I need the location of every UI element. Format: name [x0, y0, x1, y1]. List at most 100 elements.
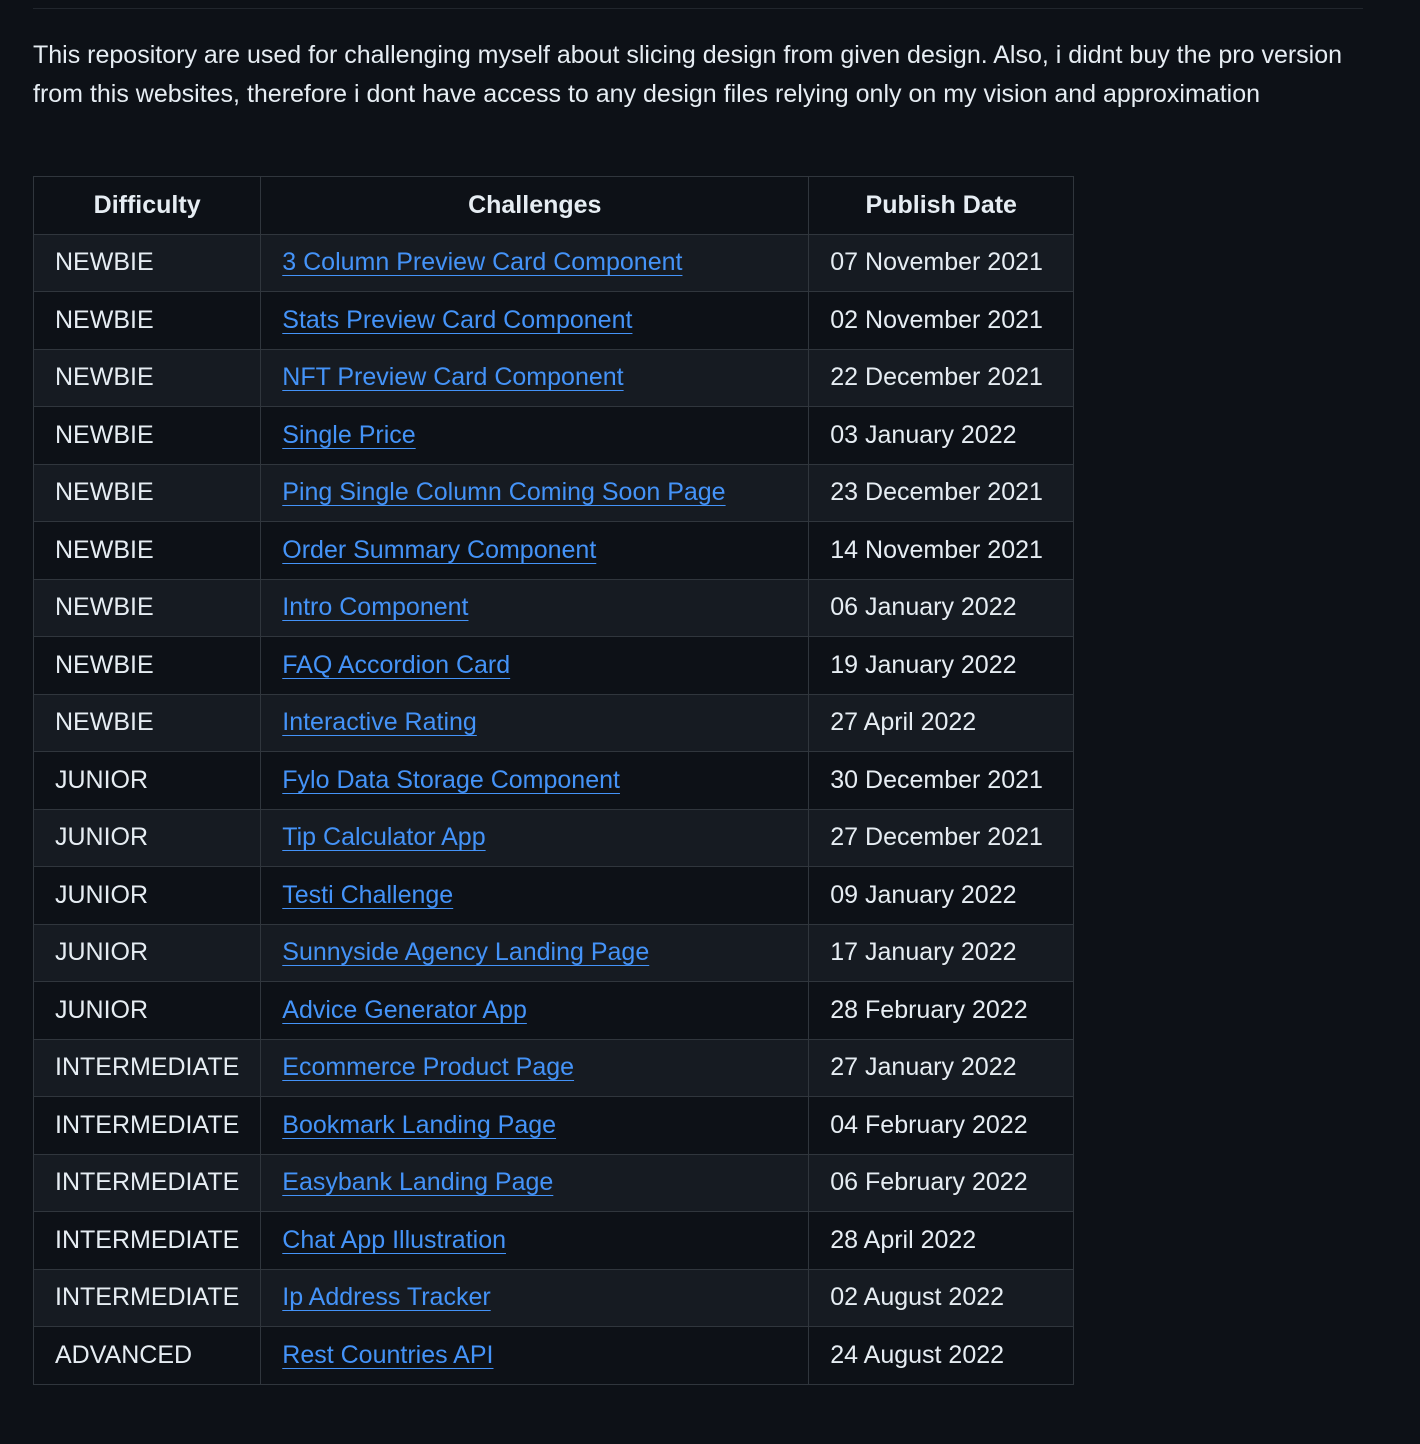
- challenge-link[interactable]: Tip Calculator App: [282, 823, 485, 851]
- publish-date-cell: 22 December 2021: [808, 348, 1075, 407]
- challenge-cell: Bookmark Landing Page: [260, 1096, 810, 1155]
- table-row: NEWBIE Single Price 03 January 2022: [32, 406, 1075, 465]
- table-row: JUNIOR Tip Calculator App 27 December 2021: [32, 808, 1075, 867]
- challenge-cell: Order Summary Component: [260, 521, 810, 580]
- challenge-cell: NFT Preview Card Component: [260, 348, 810, 407]
- challenge-cell: Intro Component: [260, 578, 810, 637]
- difficulty-cell: INTERMEDIATE: [32, 1153, 262, 1212]
- table-row: INTERMEDIATE Ip Address Tracker 02 August …: [32, 1268, 1075, 1327]
- readme-description: This repository are used for challenging…: [33, 41, 1343, 108]
- header-publish-date: Publish Date: [808, 176, 1075, 235]
- publish-date-cell: 28 February 2022: [808, 981, 1075, 1040]
- table-row: INTERMEDIATE Chat App Illustration 28 Apri…: [32, 1211, 1075, 1270]
- challenge-cell: Rest Countries API: [260, 1326, 810, 1385]
- publish-date-cell: 23 December 2021: [808, 463, 1075, 522]
- difficulty-cell: ADVANCED: [32, 1326, 262, 1385]
- table-row: NEWBIE 3 Column Preview Card Component 07 …: [32, 233, 1075, 292]
- publish-date-cell: 02 August 2022: [808, 1268, 1075, 1327]
- challenge-cell: Single Price: [260, 406, 810, 465]
- challenge-link[interactable]: 3 Column Preview Card Component: [282, 248, 682, 276]
- difficulty-cell: INTERMEDIATE: [32, 1268, 262, 1327]
- difficulty-cell: NEWBIE: [32, 291, 262, 350]
- challenge-cell: Ip Address Tracker: [260, 1268, 810, 1327]
- table-row: NEWBIE Interactive Rating 27 April 2022: [32, 693, 1075, 752]
- challenge-link[interactable]: Ip Address Tracker: [282, 1283, 490, 1311]
- table-row: NEWBIE Ping Single Column Coming Soon Pag…: [32, 463, 1075, 522]
- table-row: JUNIOR Sunnyside Agency Landing Page 17 Ja…: [32, 923, 1075, 982]
- publish-date-cell: 06 February 2022: [808, 1153, 1075, 1212]
- challenge-link[interactable]: Interactive Rating: [282, 708, 477, 736]
- difficulty-cell: INTERMEDIATE: [32, 1096, 262, 1155]
- difficulty-cell: INTERMEDIATE: [32, 1211, 262, 1270]
- challenge-link[interactable]: Advice Generator App: [282, 996, 527, 1024]
- publish-date-cell: 14 November 2021: [808, 521, 1075, 580]
- publish-date-cell: 06 January 2022: [808, 578, 1075, 637]
- publish-date-cell: 27 December 2021: [808, 808, 1075, 867]
- table-row: INTERMEDIATE Ecommerce Product Page 27 Jan…: [32, 1038, 1075, 1097]
- difficulty-cell: NEWBIE: [32, 578, 262, 637]
- challenge-link[interactable]: Single Price: [282, 421, 415, 449]
- challenge-link[interactable]: Bookmark Landing Page: [282, 1111, 556, 1139]
- challenge-link[interactable]: Rest Countries API: [282, 1341, 493, 1369]
- difficulty-cell: NEWBIE: [32, 406, 262, 465]
- challenge-link[interactable]: Testi Challenge: [282, 881, 453, 909]
- challenge-cell: Sunnyside Agency Landing Page: [260, 923, 810, 982]
- publish-date-cell: 30 December 2021: [808, 751, 1075, 810]
- publish-date-cell: 19 January 2022: [808, 636, 1075, 695]
- challenge-link[interactable]: Chat App Illustration: [282, 1226, 506, 1254]
- challenge-link[interactable]: Fylo Data Storage Component: [282, 766, 620, 794]
- challenge-link[interactable]: FAQ Accordion Card: [282, 651, 510, 679]
- table-row: JUNIOR Testi Challenge 09 January 2022: [32, 866, 1075, 925]
- challenge-link[interactable]: Ecommerce Product Page: [282, 1053, 574, 1081]
- difficulty-cell: NEWBIE: [32, 463, 262, 522]
- table-row: NEWBIE Intro Component 06 January 2022: [32, 578, 1075, 637]
- difficulty-cell: JUNIOR: [32, 866, 262, 925]
- difficulty-cell: NEWBIE: [32, 521, 262, 580]
- challenge-cell: Testi Challenge: [260, 866, 810, 925]
- publish-date-cell: 03 January 2022: [808, 406, 1075, 465]
- table-body: NEWBIE 3 Column Preview Card Component 07 …: [32, 233, 1075, 1385]
- table-row: JUNIOR Fylo Data Storage Component 30 Dece…: [32, 751, 1075, 810]
- publish-date-cell: 09 January 2022: [808, 866, 1075, 925]
- difficulty-cell: NEWBIE: [32, 348, 262, 407]
- challenge-link[interactable]: Ping Single Column Coming Soon Page: [282, 478, 725, 506]
- table-row: NEWBIE Stats Preview Card Component 02 Nov…: [32, 291, 1075, 350]
- challenge-link[interactable]: Order Summary Component: [282, 536, 596, 564]
- difficulty-cell: NEWBIE: [32, 636, 262, 695]
- challenge-cell: Stats Preview Card Component: [260, 291, 810, 350]
- difficulty-cell: JUNIOR: [32, 981, 262, 1040]
- challenge-cell: Advice Generator App: [260, 981, 810, 1040]
- publish-date-cell: 27 April 2022: [808, 693, 1075, 752]
- difficulty-cell: NEWBIE: [32, 693, 262, 752]
- challenge-link[interactable]: Stats Preview Card Component: [282, 306, 632, 334]
- publish-date-cell: 28 April 2022: [808, 1211, 1075, 1270]
- challenge-link[interactable]: Intro Component: [282, 593, 468, 621]
- challenge-cell: 3 Column Preview Card Component: [260, 233, 810, 292]
- publish-date-cell: 07 November 2021: [808, 233, 1075, 292]
- challenge-link[interactable]: Sunnyside Agency Landing Page: [282, 938, 649, 966]
- publish-date-cell: 24 August 2022: [808, 1326, 1075, 1385]
- difficulty-cell: JUNIOR: [32, 808, 262, 867]
- challenges-table: Difficulty Challenges Publish Date NEWBI…: [32, 176, 1075, 1385]
- header-challenges: Challenges: [260, 176, 810, 235]
- difficulty-cell: INTERMEDIATE: [32, 1038, 262, 1097]
- table-row: ADVANCED Rest Countries API 24 August 2022: [32, 1326, 1075, 1385]
- challenge-link[interactable]: Easybank Landing Page: [282, 1168, 553, 1196]
- table-row: INTERMEDIATE Easybank Landing Page 06 Febr…: [32, 1153, 1075, 1212]
- challenge-link[interactable]: NFT Preview Card Component: [282, 363, 623, 391]
- difficulty-cell: JUNIOR: [32, 751, 262, 810]
- publish-date-cell: 27 January 2022: [808, 1038, 1075, 1097]
- publish-date-cell: 04 February 2022: [808, 1096, 1075, 1155]
- publish-date-cell: 02 November 2021: [808, 291, 1075, 350]
- challenge-cell: Easybank Landing Page: [260, 1153, 810, 1212]
- top-divider: [33, 8, 1363, 9]
- table-header-row: Difficulty Challenges Publish Date: [32, 176, 1075, 235]
- table-row: INTERMEDIATE Bookmark Landing Page 04 Febr…: [32, 1096, 1075, 1155]
- header-difficulty: Difficulty: [32, 176, 262, 235]
- challenge-cell: Interactive Rating: [260, 693, 810, 752]
- challenge-cell: Ecommerce Product Page: [260, 1038, 810, 1097]
- table-row: NEWBIE NFT Preview Card Component 22 Decem…: [32, 348, 1075, 407]
- challenge-cell: Fylo Data Storage Component: [260, 751, 810, 810]
- publish-date-cell: 17 January 2022: [808, 923, 1075, 982]
- table-row: NEWBIE FAQ Accordion Card 19 January 2022: [32, 636, 1075, 695]
